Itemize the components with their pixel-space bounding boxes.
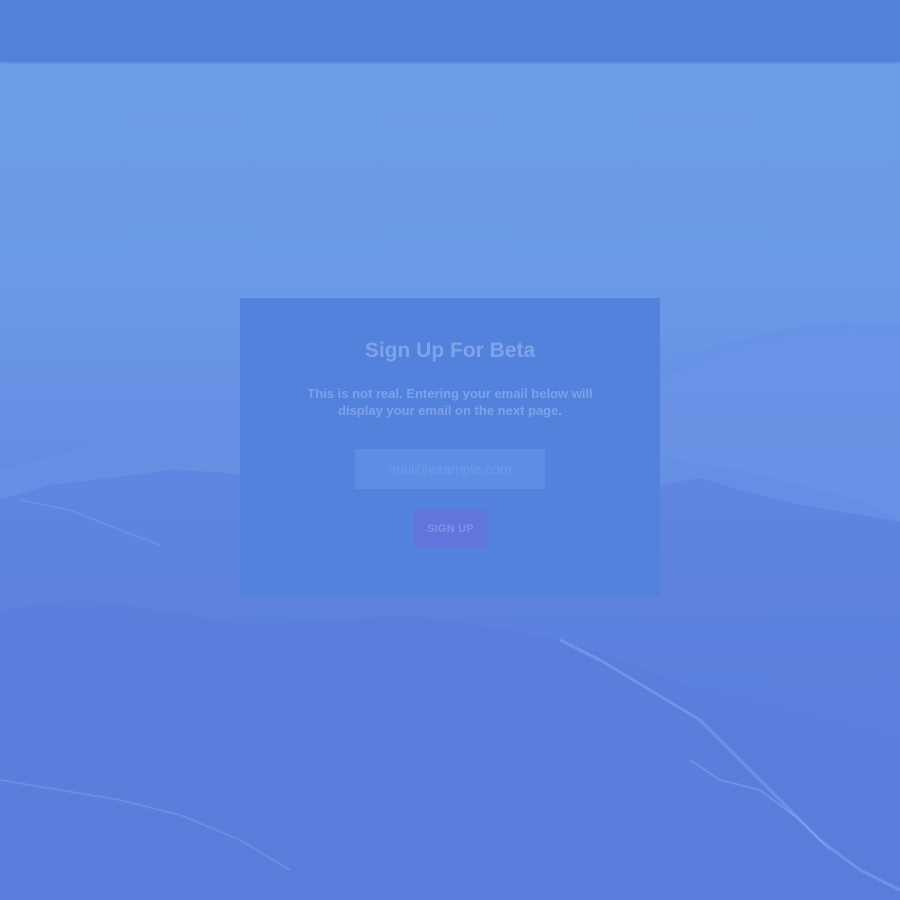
signup-button[interactable]: SIGN UP [414,510,487,547]
email-input[interactable] [355,449,545,489]
top-navigation-bar [0,0,900,62]
signup-card: Sign Up For Beta This is not real. Enter… [240,298,660,597]
signup-title: Sign Up For Beta [364,339,536,362]
signup-description: This is not real. Entering your email be… [307,386,593,418]
page: Sign Up For Beta This is not real. Enter… [0,0,900,900]
